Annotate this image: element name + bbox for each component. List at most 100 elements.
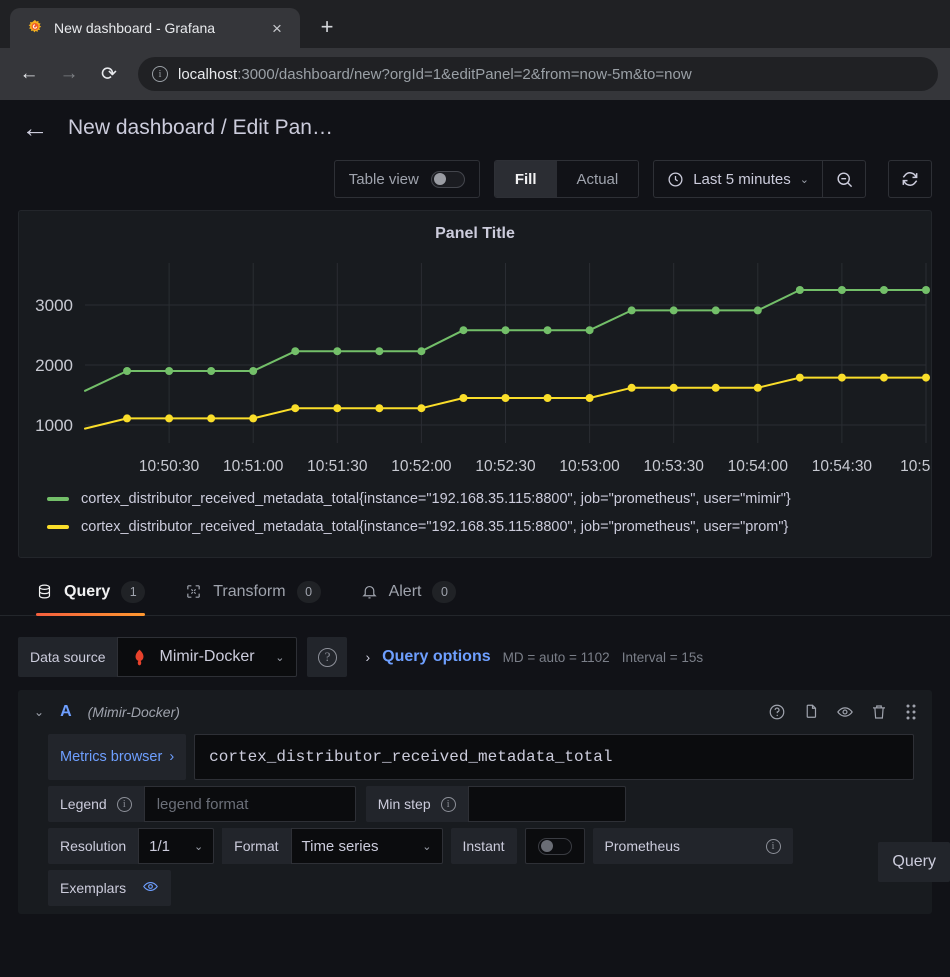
min-step-label-text: Min step [377,796,431,812]
svg-text:10:53:00: 10:53:00 [559,458,620,475]
chevron-down-icon[interactable]: ⌄ [34,705,44,719]
tab-query-badge: 1 [121,580,146,603]
table-view-label: Table view [348,170,419,188]
legend-item[interactable]: cortex_distributor_received_metadata_tot… [47,513,931,541]
format-select[interactable]: Time series ⌄ [290,828,443,864]
svg-text:10:51:30: 10:51:30 [307,458,368,475]
expression-row: Metrics browser › cortex_distributor_rec… [18,734,932,780]
query-row-actions [768,703,918,721]
query-row-header: ⌄ A (Mimir-Docker) [18,690,932,734]
eye-icon[interactable] [142,878,159,898]
tab-transform-label: Transform [213,582,286,600]
back-icon[interactable]: ← [12,57,46,91]
tab-query-label: Query [64,582,111,600]
prometheus-label-text: Prometheus [604,838,681,854]
bell-icon [361,585,377,599]
legend-item[interactable]: cortex_distributor_received_metadata_tot… [47,485,931,513]
query-options-title: Query options [382,648,491,665]
browser-chrome: New dashboard - Grafana × + ← → ⟳ i loca… [0,0,950,100]
trash-icon[interactable] [870,703,888,721]
mimir-logo-icon [136,649,144,665]
panel-title: Panel Title [435,225,515,242]
query-options-expander[interactable]: › Query options MD = auto = 1102 Interva… [365,637,703,677]
eye-icon[interactable] [836,703,854,721]
legend-format-input[interactable]: legend format [143,786,356,822]
format-label: Format [222,828,291,864]
exemplars-toggle[interactable]: Exemplars [48,870,172,906]
browser-tab[interactable]: New dashboard - Grafana × [10,8,300,48]
new-tab-button[interactable]: + [314,14,340,40]
database-icon [38,584,51,599]
tab-query[interactable]: Query 1 [36,568,146,616]
grafana-app: ← New dashboard / Edit Pan… Table view F… [0,100,950,977]
svg-text:3000: 3000 [35,296,73,315]
svg-text:2000: 2000 [35,356,73,375]
min-step-input[interactable] [467,786,626,822]
instant-switch[interactable] [537,837,572,855]
promql-expression-input[interactable]: cortex_distributor_received_metadata_tot… [194,734,914,780]
exemplars-label-text: Exemplars [60,880,127,896]
query-editor-row-a: ⌄ A (Mimir-Docker) Metrics browser › cor… [18,690,932,914]
back-to-dashboard-icon[interactable]: ← [22,114,49,142]
clock-icon [668,171,683,187]
info-circle-icon[interactable]: i [765,838,781,854]
info-circle-icon[interactable]: i [440,796,456,812]
duplicate-icon[interactable] [802,703,820,721]
refresh-icon [902,172,918,186]
tab-alert[interactable]: Alert 0 [361,568,457,616]
instant-label-text: Instant [462,838,505,854]
panel-edit-toolbar: Table view Fill Actual Last 5 minutes ⌄ [0,156,950,202]
address-bar[interactable]: i localhost:3000/dashboard/new?orgId=1&e… [138,57,938,91]
svg-text:10:51:00: 10:51:00 [223,458,284,475]
metrics-browser-button[interactable]: Metrics browser › [48,734,187,780]
timeseries-chart[interactable]: 1000 2000 3000 10:50:30 10:51:00 10:51:30 10:5… [19,249,931,479]
svg-text:10:50:30: 10:50:30 [139,458,200,475]
exemplars-row: Exemplars [18,864,932,906]
resolution-select[interactable]: 1/1 ⌄ [138,828,215,864]
legend-series-label: cortex_distributor_received_metadata_tot… [81,519,789,535]
time-range-value: Last 5 minutes [693,170,791,188]
svg-text:1000: 1000 [35,416,73,435]
tab-transform[interactable]: Transform 0 [185,568,321,616]
table-view-switch[interactable] [430,170,465,188]
tab-alert-label: Alert [388,582,422,600]
query-ref-id[interactable]: A [60,703,72,721]
plot-area[interactable]: 1000 2000 3000 10:50:30 10:51:00 10:51:30 10:5… [19,249,931,479]
fill-button[interactable]: Fill [494,161,557,197]
svg-text:10:52:00: 10:52:00 [391,458,452,475]
zoom-out-time-button[interactable] [822,160,866,198]
instant-toggle[interactable] [524,828,585,864]
query-inspector-button[interactable]: Query [878,842,950,882]
chevron-right-icon: › [365,649,371,665]
info-circle-icon[interactable]: i [152,66,168,82]
switch-knob [540,840,553,852]
help-circle-icon[interactable] [768,703,786,721]
grafana-logo-icon [28,19,42,33]
tab-alert-badge: 0 [432,580,457,603]
url-host: localhost [178,65,238,83]
browser-tabstrip: New dashboard - Grafana × + [0,0,950,48]
table-view-toggle[interactable]: Table view [333,160,480,198]
info-circle-icon[interactable]: i [116,796,132,812]
drag-handle-icon[interactable] [904,703,918,721]
resolution-value: 1/1 [149,837,171,855]
reload-icon[interactable]: ⟳ [92,57,126,91]
legend-minstep-row: Legend i legend format Min step i [18,780,932,822]
refresh-button[interactable] [888,160,932,198]
svg-text:10:54:30: 10:54:30 [812,458,873,475]
interval-summary: Interval = 15s [621,649,704,665]
max-data-points-summary: MD = auto = 1102 [502,649,610,665]
close-icon[interactable]: × [266,17,288,39]
switch-knob [433,173,446,185]
data-source-picker[interactable]: Mimir-Docker ⌄ [117,637,298,677]
transform-icon [187,585,201,598]
svg-text:10:52:30: 10:52:30 [475,458,536,475]
data-source-value: Mimir-Docker [159,648,255,665]
data-source-help-button[interactable]: ? [307,637,348,677]
query-row-datasource: (Mimir-Docker) [87,704,180,720]
time-range-picker[interactable]: Last 5 minutes ⌄ [653,160,822,198]
browser-omnibar: ← → ⟳ i localhost:3000/dashboard/new?org… [0,48,950,100]
breadcrumb: New dashboard / Edit Pan… [68,116,333,139]
format-label-text: Format [234,838,279,854]
actual-button[interactable]: Actual [556,161,639,197]
